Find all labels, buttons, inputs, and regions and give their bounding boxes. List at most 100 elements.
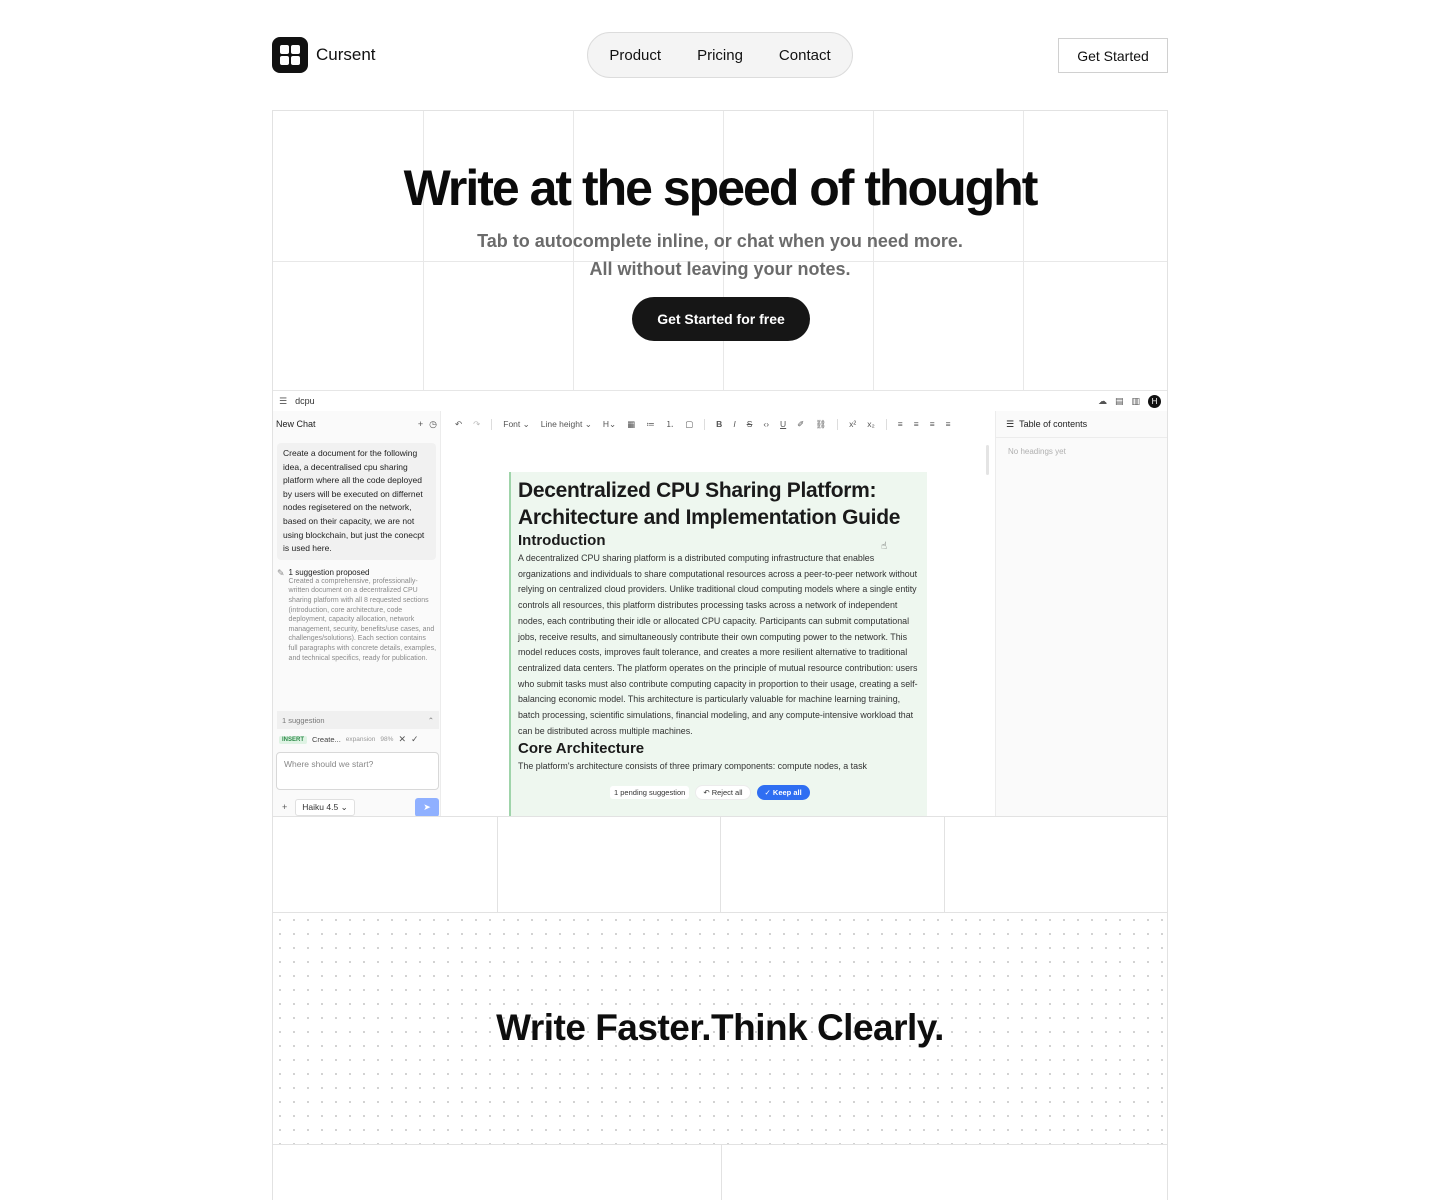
grid-row <box>272 817 1168 913</box>
logo-icon <box>272 37 308 73</box>
ordered-list-icon[interactable]: ⒈ <box>666 418 675 430</box>
pending-count: 1 pending suggestion <box>610 786 690 799</box>
image-icon[interactable]: ▢ <box>685 419 693 430</box>
strikethrough-icon[interactable]: S <box>747 419 753 429</box>
heading-core-architecture: Core Architecture <box>518 740 645 758</box>
hero-title: Write at the speed of thought <box>403 160 1039 216</box>
heading-introduction: Introduction <box>518 532 606 549</box>
chevron-up-icon[interactable]: ⌃ <box>428 716 434 725</box>
user-message: Create a document for the following idea… <box>277 443 436 560</box>
chat-input[interactable]: Where should we start? <box>276 752 439 790</box>
superscript-icon[interactable]: x² <box>849 419 856 429</box>
insert-badge: INSERT <box>279 735 308 744</box>
document-name: dcpu <box>295 396 315 406</box>
plus-icon[interactable]: + <box>418 419 423 430</box>
suggestion-row-text: Create... <box>312 735 341 744</box>
bold-icon[interactable]: B <box>716 419 722 429</box>
heading-select[interactable]: H⌄ <box>603 419 616 430</box>
font-select-label: Font <box>503 418 521 429</box>
hero-subtitle-line: All without leaving your notes. <box>589 259 851 279</box>
paragraph-core-architecture: The platform's architecture consists of … <box>518 761 867 772</box>
link-icon[interactable]: ⛓ <box>815 419 826 430</box>
highlight-icon[interactable]: ✐ <box>797 419 804 430</box>
chat-panel: New Chat + ◷ Create a document for the f… <box>273 411 441 816</box>
brand-name: Cursent <box>316 45 376 64</box>
nav-links: Product Pricing Contact <box>587 32 853 78</box>
suggestion-body: Created a comprehensive, professionally-… <box>288 577 437 662</box>
redo-icon[interactable]: ↷ <box>473 419 480 430</box>
suggestion-count: 1 suggestion <box>282 715 325 725</box>
hero-subtitle: Tab to autocomplete inline, or chat when… <box>273 227 1167 283</box>
suggestion-row-tag: expansion <box>345 736 376 743</box>
undo-icon[interactable]: ↶ <box>455 419 462 430</box>
suggestion-summary: ✎ 1 suggestion proposed Created a compre… <box>277 568 436 663</box>
toc-header: ☰ Table of contents <box>996 411 1167 438</box>
align-center-icon[interactable]: ≡ <box>914 419 919 429</box>
send-button[interactable]: ➤ <box>415 797 439 816</box>
underline-icon[interactable]: U <box>780 419 786 429</box>
heading-label: H <box>602 418 609 429</box>
top-nav: Cursent Product Pricing Contact Get Star… <box>272 32 1168 78</box>
sparkle-icon: ✎ <box>277 567 285 578</box>
brand-logo[interactable]: Cursent <box>272 37 376 73</box>
paragraph-introduction: A decentralized CPU sharing platform is … <box>518 553 918 736</box>
pending-insert-block: Decentralized CPU Sharing Platform: Arch… <box>509 472 927 816</box>
cloud-icon[interactable]: ☁ <box>1098 396 1107 407</box>
nav-link-contact[interactable]: Contact <box>779 47 831 64</box>
document-title: Decentralized CPU Sharing Platform: Arch… <box>518 479 901 529</box>
nav-link-pricing[interactable]: Pricing <box>697 47 743 64</box>
get-started-button[interactable]: Get Started <box>1058 38 1168 73</box>
accept-icon[interactable]: ✓ <box>411 734 419 745</box>
chat-title: New Chat <box>276 419 316 429</box>
list-icon: ☰ <box>1006 418 1015 429</box>
keep-all-label: Keep all <box>772 788 802 797</box>
scrollbar[interactable] <box>986 445 989 475</box>
avatar[interactable]: H <box>1148 394 1161 408</box>
font-select[interactable]: Font ⌄ <box>503 419 530 430</box>
line-height-label: Line height <box>540 418 583 429</box>
reject-all-label: Reject all <box>711 788 743 797</box>
reject-icon[interactable]: ✕ <box>398 734 406 745</box>
menu-icon[interactable]: ☰ <box>279 396 287 407</box>
hero-section: Write at the speed of thought Tab to aut… <box>272 110 1168 817</box>
chat-footer: + Haiku 4.5 ⌄ ➤ <box>276 797 439 816</box>
hand-cursor-icon: ☝ <box>881 541 888 552</box>
history-icon[interactable]: ◷ <box>429 419 437 430</box>
align-left-icon[interactable]: ≡ <box>898 419 903 429</box>
editor-toolbar: ↶ ↷ Font ⌄ Line height ⌄ H⌄ ▦ ≔ ⒈ ▢ B I … <box>445 411 993 437</box>
suggestion-row-confidence: 98% <box>380 736 394 743</box>
nav-link-product[interactable]: Product <box>609 47 661 64</box>
app-preview: ☰ dcpu ☁ ▤ ▥ H New Chat + ◷ Create a doc… <box>273 390 1167 816</box>
toc-panel: ☰ Table of contents No headings yet <box>995 411 1167 816</box>
get-started-free-button[interactable]: Get Started for free <box>632 297 810 341</box>
code-icon[interactable]: ‹› <box>763 419 769 429</box>
suggestion-row[interactable]: INSERT Create... expansion 98% ✕ ✓ <box>279 734 437 745</box>
align-justify-icon[interactable]: ≡ <box>946 419 951 429</box>
line-height-select[interactable]: Line height ⌄ <box>541 419 592 430</box>
keep-all-button[interactable]: ✓ Keep all <box>756 785 810 800</box>
subscript-icon[interactable]: x₂ <box>867 419 875 429</box>
toc-empty-state: No headings yet <box>1008 447 1066 456</box>
reject-all-button[interactable]: ↶ Reject all <box>695 785 751 800</box>
pending-suggestion-bar: 1 pending suggestion ↶ Reject all ✓ Keep… <box>610 785 810 800</box>
attach-plus-icon[interactable]: + <box>276 802 287 812</box>
align-right-icon[interactable]: ≡ <box>930 419 935 429</box>
app-titlebar: ☰ dcpu ☁ ▤ ▥ H <box>273 391 1167 411</box>
section-title: Write Faster.Think Clearly. <box>496 1007 944 1048</box>
bullet-list-icon[interactable]: ≔ <box>646 419 655 430</box>
feature-section: Write Faster.Think Clearly. <box>272 913 1168 1145</box>
table-icon[interactable]: ▦ <box>627 419 635 430</box>
toc-title: Table of contents <box>1019 419 1088 429</box>
model-selector[interactable]: Haiku 4.5 ⌄ <box>295 798 355 816</box>
suggestion-count-bar[interactable]: 1 suggestion ⌃ <box>277 711 439 729</box>
italic-icon[interactable]: I <box>733 419 735 429</box>
grid-row-bottom <box>272 1145 1168 1200</box>
suggestion-title: 1 suggestion proposed <box>288 567 370 577</box>
chevron-down-icon: ⌄ <box>340 801 348 812</box>
model-name: Haiku 4.5 <box>302 801 339 812</box>
editor-canvas[interactable]: Decentralized CPU Sharing Platform: Arch… <box>445 437 993 816</box>
hero-subtitle-line: Tab to autocomplete inline, or chat when… <box>477 231 963 251</box>
chat-header: New Chat + ◷ <box>273 411 440 437</box>
panel-left-icon[interactable]: ▤ <box>1115 396 1124 407</box>
panel-right-icon[interactable]: ▥ <box>1131 396 1140 407</box>
